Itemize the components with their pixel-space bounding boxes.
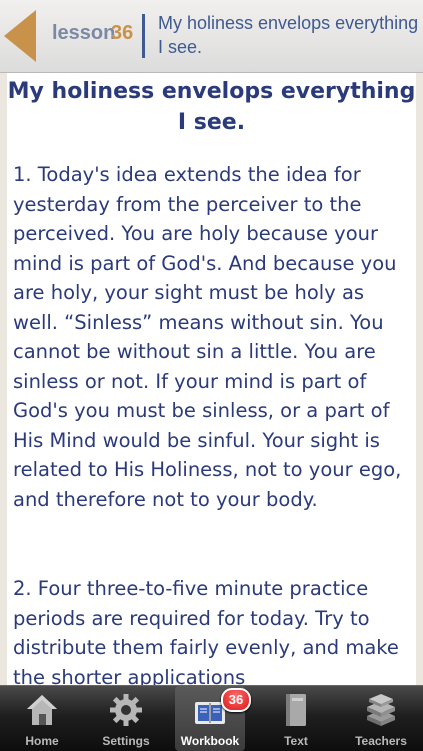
tab-workbook[interactable]: 36 Workbook [175, 686, 251, 751]
book-icon [286, 694, 306, 726]
tab-text-label: Text [284, 734, 308, 748]
tab-teachers[interactable]: Teachers [346, 686, 416, 751]
home-icon [27, 695, 57, 725]
tab-home-label: Home [25, 734, 59, 748]
lesson-number: 36 [111, 22, 134, 44]
lesson-page: My holiness envelops everything I see. 1… [7, 73, 416, 685]
books-stack-icon [367, 694, 395, 726]
workbook-badge: 36 [221, 688, 251, 712]
paragraph-1: 1. Today's idea extends the idea for yes… [13, 163, 402, 511]
header-divider [142, 14, 145, 58]
lesson-label: lesson [52, 22, 116, 44]
lesson-content[interactable]: My holiness envelops everything I see. 1… [0, 73, 423, 685]
tab-teachers-label: Teachers [355, 734, 407, 748]
tab-home[interactable]: Home [7, 686, 77, 751]
top-bar: lesson 36 My holiness envelops everythin… [0, 0, 423, 73]
tab-workbook-label: Workbook [180, 734, 240, 748]
lesson-heading: My holiness envelops everything I see. [7, 79, 416, 135]
gear-icon [110, 694, 142, 726]
tab-bar: Home Settings 36 Workbook Text Teachers [0, 685, 423, 751]
paragraph-2: 2. Four three-to-five minute practice pe… [13, 577, 399, 685]
header-title: My holiness envelops everything I see. [158, 13, 419, 57]
tab-settings[interactable]: Settings [91, 686, 161, 751]
tab-settings-label: Settings [102, 734, 150, 748]
tab-text[interactable]: Text [261, 686, 331, 751]
back-arrow-icon[interactable] [4, 10, 36, 62]
